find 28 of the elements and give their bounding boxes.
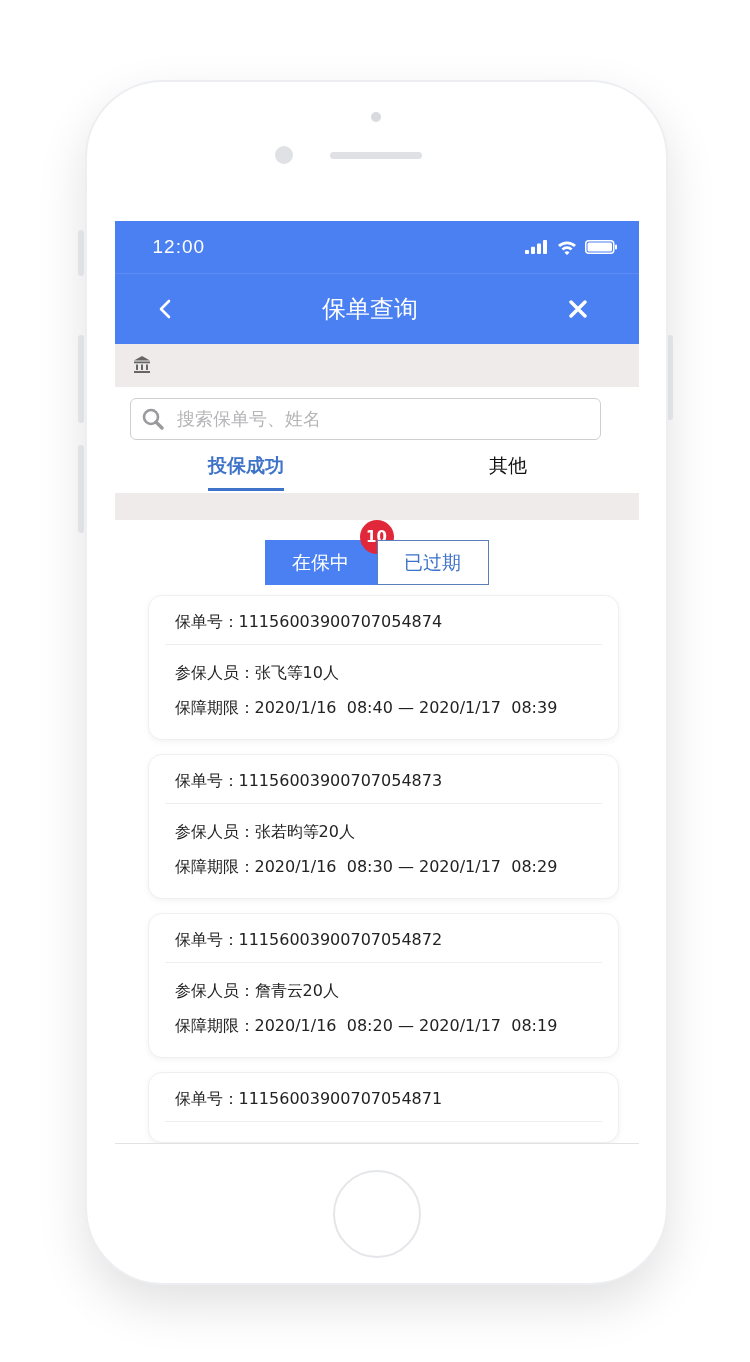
policy-number: 保单号：11156003900707054872 — [173, 930, 444, 951]
battery-icon — [584, 240, 617, 255]
page-title: 保单查询 — [321, 294, 418, 325]
insured-people: 参保人员：詹青云20人 — [173, 981, 340, 1002]
policy-card[interactable]: 保单号：11156003900707054871 — [147, 1072, 619, 1143]
tab[interactable]: 其他 — [488, 439, 527, 491]
wifi-icon — [556, 239, 577, 255]
signal-icon — [524, 240, 549, 255]
policy-card[interactable]: 保单号：11156003900707054874 参保人员：张飞等10人 保障期限：2020/1/16 08:40 — 2020/1/17 08:39 — [147, 595, 619, 740]
insured-people: 参保人员：张若昀等20人 — [173, 822, 356, 843]
status-time: 12:00 — [152, 236, 206, 259]
policy-number: 保单号：11156003900707054873 — [173, 771, 444, 792]
coverage-period: 保障期限：2020/1/16 08:30 — 2020/1/17 08:29 — [173, 857, 559, 878]
bank-icon — [132, 356, 151, 375]
tab[interactable]: 投保成功 — [207, 439, 284, 491]
segment-button[interactable]: 已过期 — [376, 540, 489, 585]
search-field[interactable]: 搜索保单号、姓名 — [129, 397, 601, 440]
search-icon — [141, 407, 164, 430]
insured-people: 参保人员：张飞等10人 — [173, 663, 340, 684]
policy-card[interactable]: 保单号：11156003900707054872 参保人员：詹青云20人 保障期限：2020/1/16 08:20 — 2020/1/17 08:19 — [147, 913, 619, 1058]
close-icon[interactable] — [566, 298, 589, 320]
policy-number: 保单号：11156003900707054871 — [173, 1089, 444, 1110]
camera-lens — [275, 146, 293, 164]
policy-card[interactable]: 保单号：11156003900707054873 参保人员：张若昀等20人 保障期限：2020/1/16 08:30 — 2020/1/17 08:29 — [147, 754, 619, 899]
coverage-period: 保障期限：2020/1/16 08:20 — 2020/1/17 08:19 — [173, 1016, 559, 1037]
sensor-dot — [371, 112, 381, 122]
coverage-period: 保障期限：2020/1/16 08:40 — 2020/1/17 08:39 — [173, 698, 559, 719]
policy-number: 保单号：11156003900707054874 — [173, 612, 444, 633]
